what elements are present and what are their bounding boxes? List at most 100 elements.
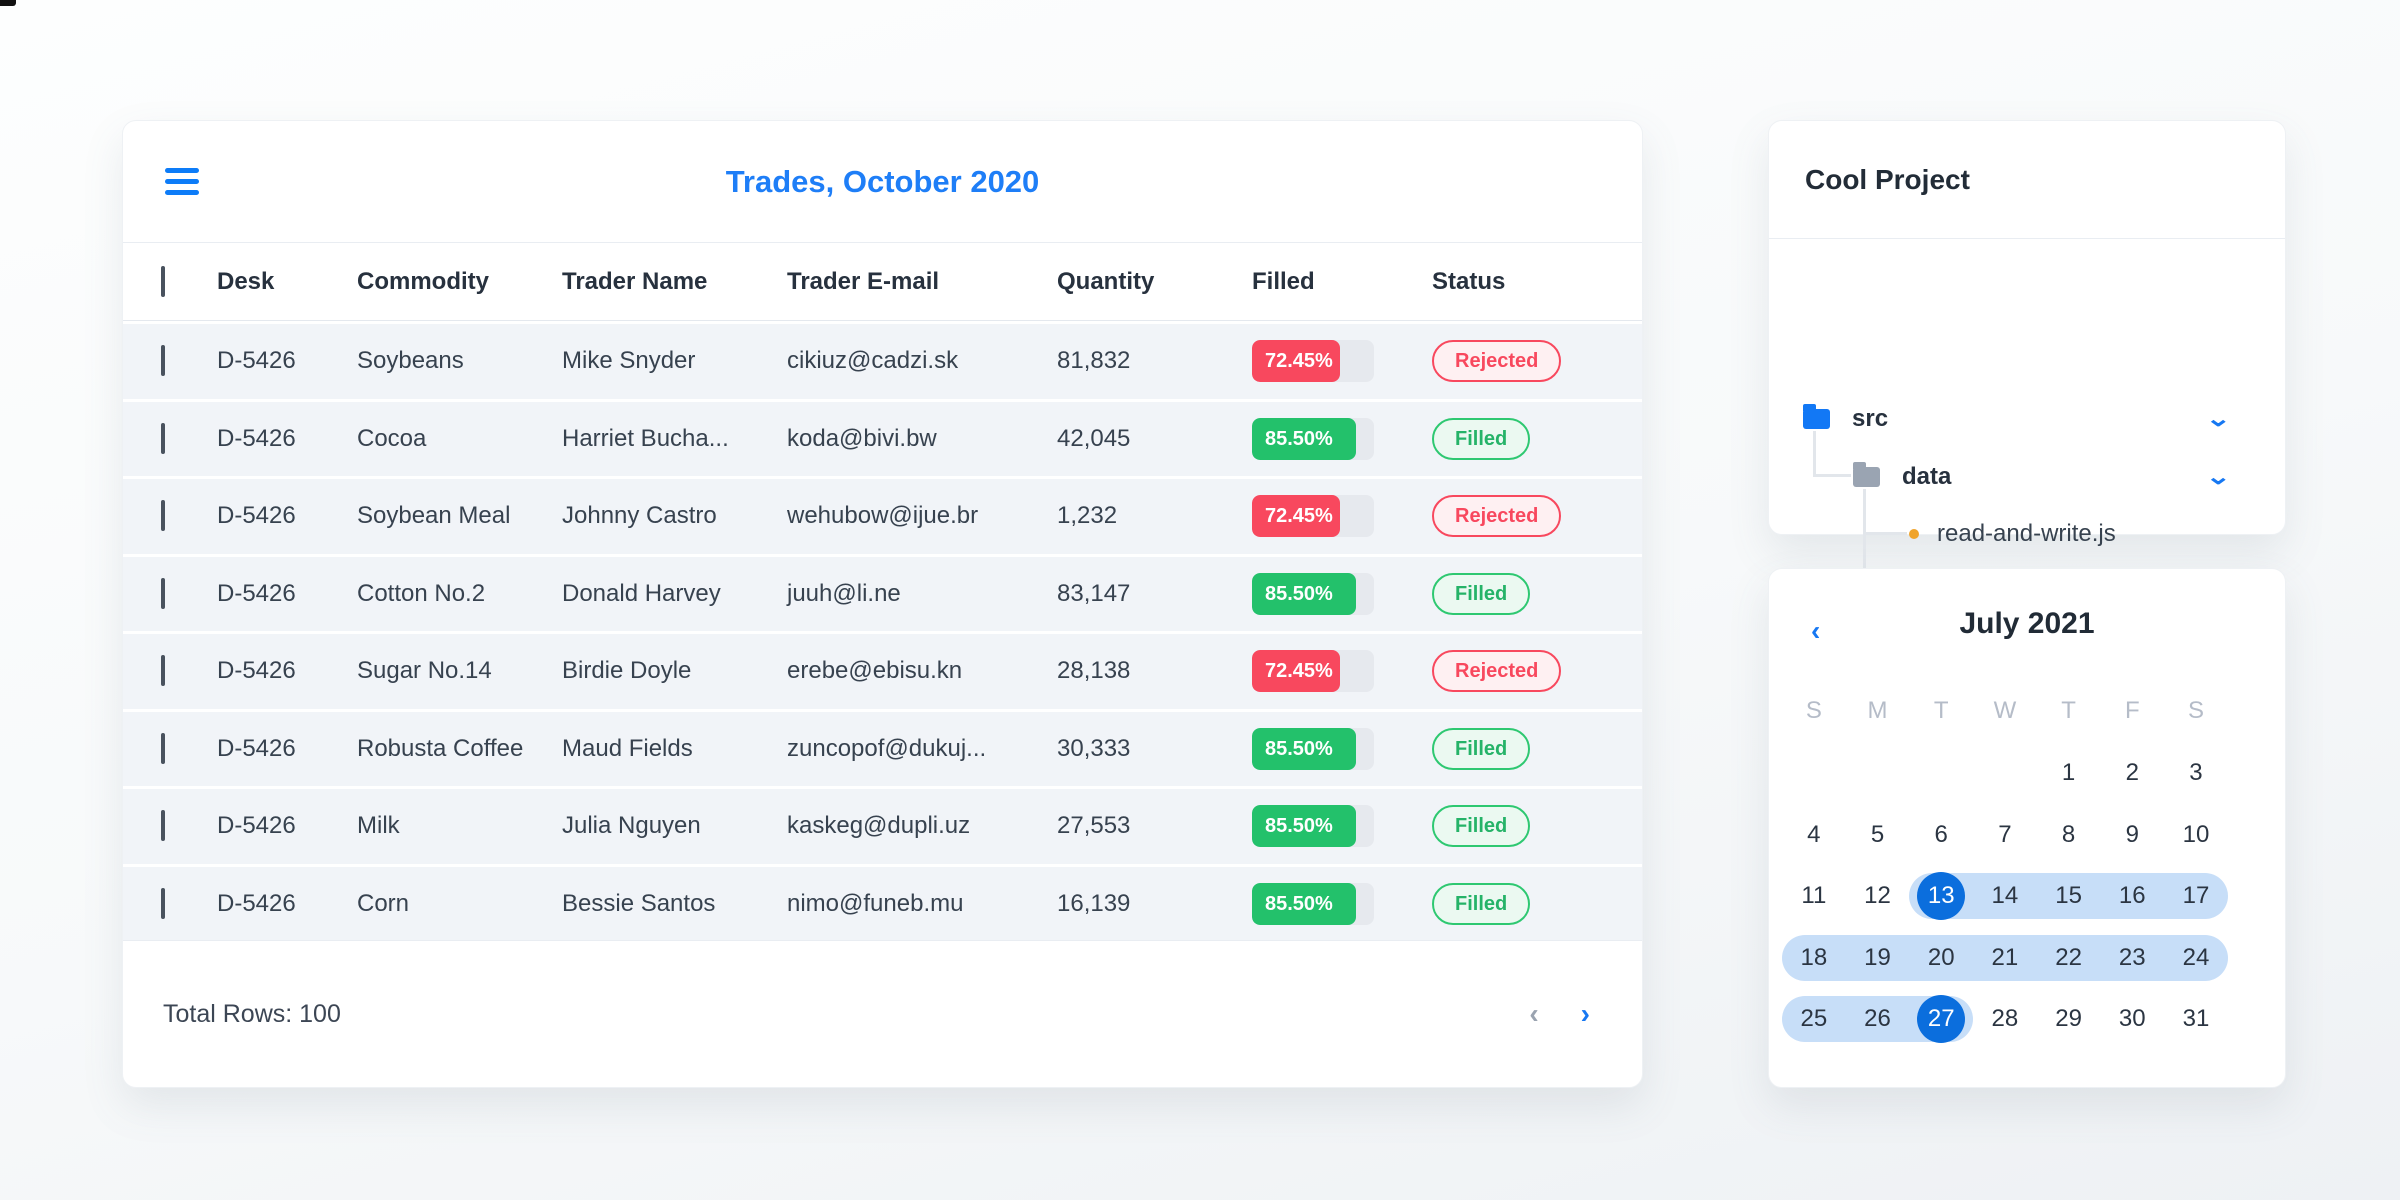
calendar-day[interactable]: 22	[2037, 934, 2101, 982]
select-all-checkbox[interactable]	[161, 265, 165, 297]
cell-trader-name: Harriet Bucha...	[562, 424, 729, 452]
total-rows-label: Total Rows: 100	[163, 999, 341, 1028]
cell-status: Filled	[1432, 417, 1604, 460]
calendar-day[interactable]: 10	[2164, 811, 2228, 859]
row-checkbox[interactable]	[161, 810, 165, 842]
calendar-day[interactable]: 27	[1909, 995, 1973, 1043]
progress-bar: 72.45%	[1252, 650, 1374, 693]
screen-artifact	[0, 0, 16, 6]
cell-filled: 72.45%	[1252, 340, 1432, 383]
tree-folder-label: data	[1902, 463, 1952, 490]
project-title: Cool Project	[1805, 163, 1970, 195]
cell-desk: D-5426	[217, 657, 296, 685]
next-page-icon[interactable]: ›	[1581, 1000, 1590, 1028]
calendar-day[interactable]: 21	[1973, 934, 2037, 982]
calendar-week-row: 11 12 13 14 15 16 17	[1782, 872, 2228, 920]
calendar-day[interactable]: 1	[2037, 749, 2101, 797]
calendar-day[interactable]: 8	[2037, 811, 2101, 859]
calendar-day[interactable]: 7	[1973, 811, 2037, 859]
calendar-day[interactable]: 11	[1782, 872, 1846, 920]
table-row: D-5426 Cotton No.2 Donald Harvey juuh@li.ne…	[123, 556, 1642, 631]
calendar-day[interactable]: 3	[2164, 749, 2228, 797]
status-badge: Rejected	[1432, 650, 1562, 693]
calendar-day[interactable]: 6	[1909, 811, 1973, 859]
cell-filled: 72.45%	[1252, 650, 1432, 693]
calendar-week-row: 123	[1782, 749, 2228, 797]
row-checkbox[interactable]	[161, 422, 165, 454]
trades-card: Trades, October 2020 Desk Commodity Trader…	[122, 120, 1643, 1088]
cell-quantity: 16,139	[1057, 889, 1131, 917]
column-header-status: Status	[1432, 267, 1506, 295]
trades-title: Trades, October 2020	[725, 164, 1040, 199]
calendar-day[interactable]: 14	[1973, 872, 2037, 920]
progress-bar: 72.45%	[1252, 495, 1374, 538]
row-checkbox[interactable]	[161, 655, 165, 687]
status-badge: Rejected	[1432, 495, 1562, 538]
cell-commodity: Cotton No.2	[357, 579, 486, 607]
table-row: D-5426 Corn Bessie Santos nimo@funeb.mu 16,1…	[123, 866, 1642, 941]
calendar-day[interactable]: 16	[2100, 872, 2164, 920]
calendar-day[interactable]: 30	[2100, 995, 2164, 1043]
calendar-week-row: 4 5 6 7 8 9 10	[1782, 811, 2228, 859]
calendar-day[interactable]: 29	[2037, 995, 2101, 1043]
progress-fill: 85.50%	[1252, 882, 1357, 925]
cell-quantity: 27,553	[1057, 812, 1131, 840]
calendar-day[interactable]: 13	[1909, 872, 1973, 920]
status-badge: Filled	[1432, 805, 1531, 848]
calendar-day[interactable]: 4	[1782, 811, 1846, 859]
calendar-grid: SMTWTFS 1 2 3 4 5 6 7 8 9 10 11 12 13 14 15 16 17 18 19 20 2…	[1782, 687, 2228, 1057]
trades-card-header: Trades, October 2020	[123, 121, 1642, 243]
pagination: ‹ ›	[1529, 1000, 1590, 1028]
cell-quantity: 30,333	[1057, 734, 1131, 762]
row-checkbox[interactable]	[161, 345, 165, 377]
calendar-day[interactable]: 9	[2100, 811, 2164, 859]
cell-status: Filled	[1432, 882, 1604, 925]
calendar-day-empty	[1909, 749, 1973, 797]
menu-icon[interactable]	[165, 168, 199, 196]
tree-connector-line	[1813, 474, 1851, 477]
folder-icon	[1803, 404, 1830, 429]
cell-commodity: Soybean Meal	[357, 502, 511, 530]
calendar-day[interactable]: 24	[2164, 934, 2228, 982]
chevron-down-icon[interactable]: ⌄	[2205, 406, 2231, 432]
calendar-day[interactable]: 18	[1782, 934, 1846, 982]
cell-quantity: 28,138	[1057, 657, 1131, 685]
calendar-day[interactable]: 17	[2164, 872, 2228, 920]
calendar-day[interactable]: 12	[1846, 872, 1910, 920]
calendar-day[interactable]: 28	[1973, 995, 2037, 1043]
row-checkbox[interactable]	[161, 577, 165, 609]
calendar-day[interactable]: 23	[2100, 934, 2164, 982]
cell-trader-email: wehubow@ijue.br	[787, 502, 979, 530]
calendar-day[interactable]: 5	[1846, 811, 1910, 859]
cell-status: Rejected	[1432, 340, 1604, 383]
progress-fill: 72.45%	[1252, 650, 1341, 693]
calendar-day[interactable]: 25	[1782, 995, 1846, 1043]
table-body: D-5426 Soybeans Mike Snyder cikiuz@cadzi.sk…	[123, 324, 1642, 941]
calendar-day[interactable]: 20	[1909, 934, 1973, 982]
progress-bar: 85.50%	[1252, 572, 1374, 615]
calendar-day[interactable]: 15	[2037, 872, 2101, 920]
cell-trader-email: nimo@funeb.mu	[787, 889, 964, 917]
row-checkbox[interactable]	[161, 887, 165, 919]
calendar-day[interactable]: 2	[2100, 749, 2164, 797]
tree-file[interactable]: read-and-write.js	[1909, 510, 2116, 558]
prev-page-icon[interactable]: ‹	[1529, 1000, 1538, 1028]
row-checkbox[interactable]	[161, 732, 165, 764]
row-checkbox[interactable]	[161, 500, 165, 532]
table-row: D-5426 Soybean Meal Johnny Castro wehubow@i…	[123, 479, 1642, 554]
status-badge: Filled	[1432, 417, 1531, 460]
cell-desk: D-5426	[217, 812, 296, 840]
column-header-trader-e-mail: Trader E-mail	[787, 267, 940, 295]
file-tree: src⌄data⌄read-and-write.jsauthentication…	[1769, 239, 2285, 602]
column-header-trader-name: Trader Name	[562, 267, 708, 295]
cell-status: Filled	[1432, 805, 1604, 848]
calendar-day[interactable]: 31	[2164, 995, 2228, 1043]
calendar-prev-icon[interactable]: ‹	[1811, 615, 1820, 647]
calendar-day[interactable]: 26	[1846, 995, 1910, 1043]
chevron-down-icon[interactable]: ⌄	[2205, 464, 2231, 490]
calendar-weekday-row: SMTWTFS	[1782, 687, 2228, 735]
calendar-day[interactable]: 19	[1846, 934, 1910, 982]
tree-folder-src[interactable]: src ⌄	[1803, 395, 2231, 443]
cell-trader-email: zuncopof@dukuj...	[787, 734, 987, 762]
tree-folder-data[interactable]: data ⌄	[1853, 453, 2231, 501]
